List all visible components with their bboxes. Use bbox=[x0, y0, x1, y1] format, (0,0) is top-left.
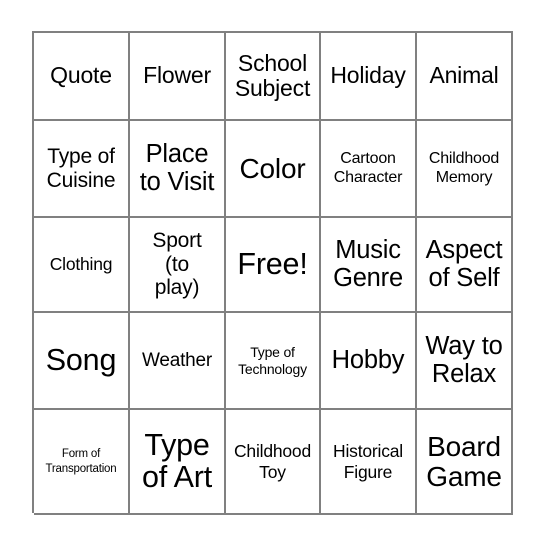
bingo-cell[interactable]: Place to Visit bbox=[130, 121, 226, 218]
bingo-cell[interactable]: Hobby bbox=[321, 313, 417, 410]
bingo-cell[interactable]: Sport (to play) bbox=[130, 218, 226, 313]
bingo-cell[interactable]: School Subject bbox=[226, 33, 321, 121]
bingo-card: Quote Flower School Subject Holiday Animal Ty… bbox=[32, 31, 513, 515]
bingo-cell[interactable]: Historical Figure bbox=[321, 410, 417, 515]
bingo-cell[interactable]: Board Game bbox=[417, 410, 513, 515]
bingo-cell[interactable]: Type of Technology bbox=[226, 313, 321, 410]
bingo-cell[interactable]: Childhood Toy bbox=[226, 410, 321, 515]
bingo-cell[interactable]: Weather bbox=[130, 313, 226, 410]
bingo-cell[interactable]: Holiday bbox=[321, 33, 417, 121]
bingo-cell[interactable]: Aspect of Self bbox=[417, 218, 513, 313]
bingo-cell[interactable]: Flower bbox=[130, 33, 226, 121]
bingo-cell[interactable]: Cartoon Character bbox=[321, 121, 417, 218]
bingo-cell[interactable]: Clothing bbox=[34, 218, 130, 313]
bingo-cell[interactable]: Music Genre bbox=[321, 218, 417, 313]
bingo-cell[interactable]: Childhood Memory bbox=[417, 121, 513, 218]
bingo-cell[interactable]: Type of Cuisine bbox=[34, 121, 130, 218]
bingo-cell[interactable]: Animal bbox=[417, 33, 513, 121]
bingo-cell[interactable]: Color bbox=[226, 121, 321, 218]
bingo-cell[interactable]: Type of Art bbox=[130, 410, 226, 515]
bingo-free-space[interactable]: Free! bbox=[226, 218, 321, 313]
bingo-cell[interactable]: Way to Relax bbox=[417, 313, 513, 410]
bingo-cell[interactable]: Song bbox=[34, 313, 130, 410]
bingo-cell[interactable]: Form of Transportation bbox=[34, 410, 130, 515]
bingo-cell[interactable]: Quote bbox=[34, 33, 130, 121]
